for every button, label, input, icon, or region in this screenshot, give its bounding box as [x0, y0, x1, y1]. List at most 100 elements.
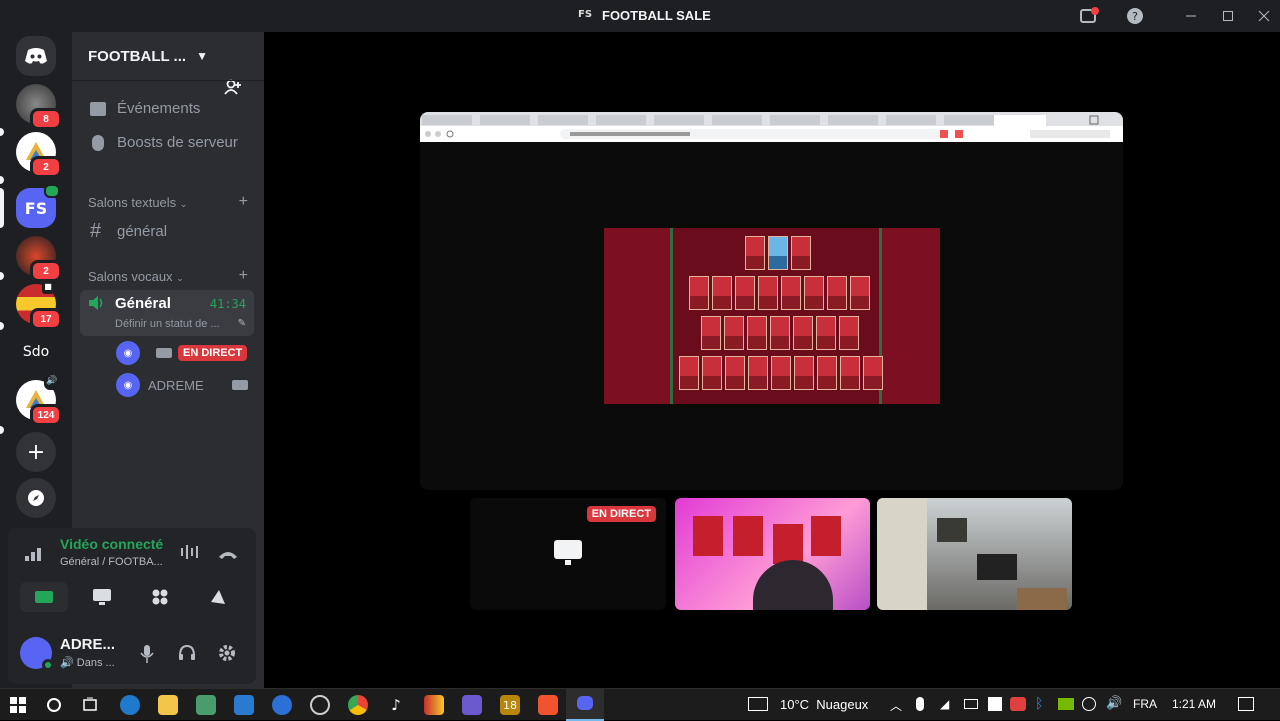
mail-icon[interactable] — [234, 695, 254, 715]
video-icon — [44, 184, 60, 198]
server-7[interactable]: 🔊 124 — [16, 376, 62, 426]
help-icon[interactable]: ? — [1124, 6, 1146, 26]
chrome-icon[interactable] — [348, 695, 368, 715]
search-icon[interactable] — [44, 695, 64, 715]
maximize-icon[interactable] — [1217, 6, 1239, 26]
task-view-icon[interactable] — [80, 695, 100, 715]
speaker-icon: 🔊 — [60, 657, 74, 669]
microphone-icon[interactable] — [916, 697, 924, 711]
voice-status[interactable]: Vidéo connecté — [60, 536, 163, 552]
voice-user-adreme[interactable]: ◉ ADREME — [116, 373, 256, 397]
soundboard-button[interactable] — [194, 582, 242, 612]
app-icon[interactable] — [424, 695, 444, 715]
screen-share-button[interactable] — [78, 582, 126, 612]
minimize-icon[interactable] — [1180, 6, 1202, 26]
chevron-up-icon[interactable]: ︿ — [890, 697, 902, 714]
pencil-icon[interactable]: ✎ — [238, 318, 246, 329]
tray-icon[interactable] — [1010, 697, 1026, 711]
user-status-text: Dans ... — [76, 657, 115, 669]
voice-user-streaming[interactable]: ◉ EN DIRECT — [116, 341, 256, 365]
unread-pill — [0, 128, 4, 136]
headphones-icon[interactable] — [178, 644, 196, 666]
avatar[interactable] — [20, 637, 54, 671]
disconnect-icon[interactable] — [218, 546, 238, 565]
stream-tile[interactable]: EN DIRECT — [470, 498, 666, 610]
connection-icon[interactable] — [24, 544, 46, 566]
language-indicator[interactable]: FRA — [1133, 697, 1157, 711]
notifications-icon[interactable] — [1238, 697, 1254, 711]
player-card — [771, 356, 791, 390]
weather-widget[interactable]: 10°C Nuageux — [780, 697, 868, 712]
server-fs[interactable]: FS — [16, 184, 60, 228]
windows-taskbar: ♪ 18 10°C Nuageux ︿ ◢ ᛒ 🔊 FRA 1:21 AM — [0, 688, 1280, 721]
noise-suppression-icon[interactable] — [180, 544, 200, 564]
guild-header[interactable]: FOOTBALL ... ▼ — [72, 32, 264, 95]
activities-button[interactable] — [136, 582, 184, 612]
camera-icon — [156, 348, 172, 358]
network-icon[interactable]: ◢ — [940, 697, 949, 711]
voice-subtitle[interactable]: Général / FOOTBA... — [60, 556, 163, 568]
unread-pill — [0, 272, 4, 280]
app-18-icon[interactable]: 18 — [500, 695, 520, 715]
server-sdo[interactable]: Sdo — [16, 332, 56, 372]
server-2[interactable]: 2 — [16, 132, 62, 178]
inbox-icon[interactable] — [1078, 6, 1100, 26]
add-channel-icon[interactable]: + — [239, 267, 248, 285]
microphone-icon[interactable] — [140, 644, 154, 668]
news-widget-icon[interactable] — [748, 697, 768, 711]
boosts-item[interactable]: Boosts de serveur — [80, 134, 256, 151]
server-5[interactable]: ■ 17 — [16, 282, 62, 330]
camera-button[interactable] — [20, 582, 68, 612]
user-panel: ADRE... 🔊 Dans ... — [8, 624, 256, 684]
calendar-icon — [90, 101, 106, 116]
voice-channel-general[interactable]: Général 41:34 Définir un statut de ... ✎ — [80, 290, 254, 336]
obs-icon[interactable] — [272, 695, 292, 715]
tray-app-icon[interactable] — [1082, 697, 1096, 711]
discord-home-icon[interactable] — [16, 36, 56, 76]
server-4[interactable]: 2 — [16, 236, 62, 282]
explore-icon[interactable] — [16, 478, 56, 518]
guild-title: FOOTBALL ... — [88, 47, 187, 65]
file-explorer-icon[interactable] — [158, 695, 178, 715]
add-server-icon[interactable]: + — [16, 432, 56, 472]
brave-icon[interactable] — [538, 695, 558, 715]
close-icon[interactable] — [1253, 6, 1275, 26]
username[interactable]: ADRE... — [60, 636, 115, 653]
text-channels-category[interactable]: Salons textuels ⌄ + — [88, 193, 248, 211]
server-badge: FS — [578, 9, 593, 20]
add-channel-icon[interactable]: + — [239, 193, 248, 211]
jersey-image — [773, 524, 803, 564]
app-tray-icon[interactable] — [988, 697, 1002, 711]
call-timer: 41:34 — [209, 297, 246, 311]
player-card — [702, 356, 722, 390]
furniture-image — [1017, 588, 1067, 610]
bluetooth-icon[interactable]: ᛒ — [1035, 696, 1043, 712]
camera-tile-2[interactable] — [877, 498, 1072, 610]
avatar: ◉ — [116, 341, 140, 365]
unread-pill — [0, 426, 4, 434]
screen-share-stream[interactable] — [420, 112, 1123, 490]
store-icon[interactable] — [196, 695, 216, 715]
channel-general-text[interactable]: # général — [80, 220, 256, 243]
server-1[interactable]: 8 — [16, 84, 62, 130]
events-item[interactable]: Événements — [80, 100, 256, 117]
gamepad-icon[interactable] — [462, 695, 482, 715]
header-divider — [72, 80, 264, 81]
camera-tile-1[interactable] — [675, 498, 870, 610]
windows-start-icon[interactable] — [8, 695, 28, 715]
player-card — [735, 276, 755, 310]
battery-icon[interactable] — [964, 699, 978, 709]
edge-icon[interactable] — [120, 695, 140, 715]
volume-icon[interactable]: 🔊 — [1106, 696, 1122, 711]
settings-gear-icon[interactable] — [218, 644, 236, 666]
nvidia-icon[interactable] — [1058, 698, 1074, 710]
steam-icon[interactable] — [310, 695, 330, 715]
tiktok-icon[interactable]: ♪ — [386, 695, 406, 715]
voice-channel-label: Général — [115, 295, 171, 312]
channel-label: général — [117, 223, 168, 240]
clock[interactable]: 1:21 AM — [1172, 697, 1216, 711]
voice-channels-category[interactable]: Salons vocaux ⌄ + — [88, 267, 248, 285]
invite-icon[interactable] — [224, 78, 242, 100]
status-hint[interactable]: Définir un statut de ... — [115, 318, 220, 330]
discord-taskbar-button[interactable] — [566, 689, 604, 721]
